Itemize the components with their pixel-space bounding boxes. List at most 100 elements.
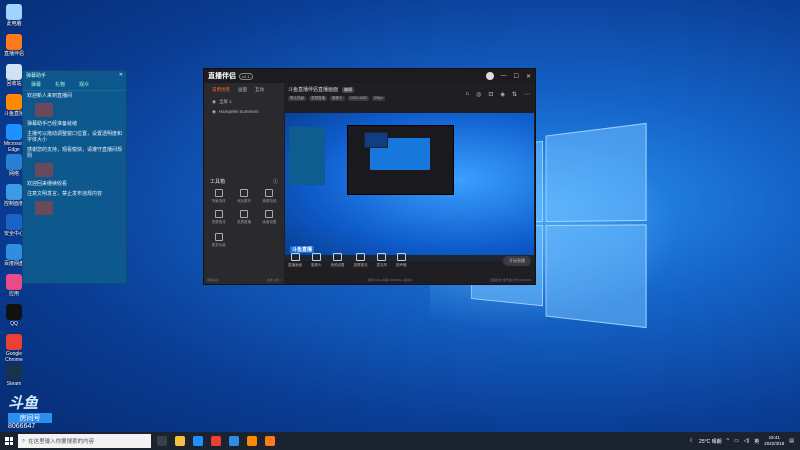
taskbar: ⌕ 在这里输入你要搜索的内容 ☾ 25°C 晴朗 ^ ▭ ◁) 英 19:41 … [0,432,800,450]
pinned-app-icon[interactable] [247,436,257,446]
control-item[interactable]: 麦克风 [377,253,387,268]
minimize-icon[interactable]: — [501,73,507,79]
tool-item[interactable]: 画面设置 [257,210,282,225]
maximize-icon[interactable]: ☐ [514,73,519,80]
sort-icon[interactable]: ⇅ [512,91,517,98]
scene-title: 斗鱼直播伴侣直播画面 [288,87,339,93]
pinned-app-icon[interactable] [175,436,185,446]
control-item[interactable]: 音频设置 [331,253,345,268]
tool-item[interactable]: 添加素材 [231,189,256,204]
chevron-up-icon[interactable]: ^ [727,438,729,444]
avatar [35,103,53,117]
control-item[interactable]: 投屏推流 [354,253,368,268]
control-item[interactable]: 扬声器 [396,253,407,268]
desktop-icon[interactable]: 直播伴侣 [3,34,25,57]
desktop-icon-label: 回收站 [6,81,22,87]
edit-button[interactable]: 编辑 [342,86,355,93]
tool-item[interactable]: 场景选择 [206,189,231,204]
desktop-icon[interactable]: 此电脑 [3,4,25,27]
room-label: 房间号 [8,413,52,423]
desktop-icon[interactable]: Google Chrome [3,334,25,363]
live-assistant-window[interactable]: 直播伴侣 v2.1 — ☐ ✕ 常用场景 画面 互动 ◉ 全屏 1 ◉ Hamp… [203,68,536,285]
app-icon [6,364,22,380]
stream-preview[interactable]: 斗鱼直播 [285,113,534,261]
tab-viewers[interactable]: 观众 [79,81,89,88]
notification-icon[interactable]: ▤ [789,438,794,444]
window-controls: — ☐ ✕ [485,72,531,80]
effect-icon[interactable]: ◈ [500,91,505,98]
desktop-icon-label: Google Chrome [5,351,23,363]
tool-item[interactable]: 投屏推流 [206,210,231,225]
chat-message: 注意文明发言，禁止发布违规内容 [27,191,103,197]
desktop-icon-label: 应用 [8,291,19,297]
volume-icon[interactable]: ◁) [744,438,750,444]
close-icon[interactable]: ✕ [119,72,123,78]
source-label: Hampelie Summers [218,109,259,114]
chip[interactable]: 默认场景 [288,96,306,101]
pinned-app-icon[interactable] [157,436,167,446]
windows-icon [5,437,13,445]
app-icon [6,214,22,230]
source-item[interactable]: ◉ Hampelie Summers [204,107,284,117]
more-icon[interactable]: ⋯ [524,91,530,98]
record-icon [239,210,248,218]
chip[interactable]: 摄像头 [330,96,345,101]
capture-icon[interactable]: ⊡ [488,91,493,98]
tool-item[interactable]: 美颜特效 [257,189,282,204]
desktop-icon[interactable]: Steam [3,364,25,387]
chat-message: 弹幕助手已经准备就绪 [27,121,78,127]
scene-icon [214,189,223,197]
app-icon [6,94,22,110]
close-icon[interactable]: ✕ [526,73,531,80]
weather-text[interactable]: 25°C 晴朗 [699,438,722,445]
start-button[interactable] [0,432,18,450]
desktop-icon-label: 百度网盘 [3,261,24,267]
ime-indicator[interactable]: 英 [754,438,759,445]
pinned-app-icon[interactable] [211,436,221,446]
microphone-icon [377,253,387,261]
app-icon [6,34,22,50]
chat-tabs: 弹幕 礼物 观众 [23,79,126,91]
pinned-app-icon[interactable] [265,436,275,446]
weather-icon[interactable]: ☾ [690,438,694,444]
danmaku-chat-panel[interactable]: 弹幕助手 ✕ 弹幕 礼物 观众 欢迎新人来到直播间 弹幕助手已经准备就绪 主播可… [22,70,127,284]
audio-icon [333,253,342,261]
pinned-app-icon[interactable] [229,436,239,446]
app-brand: 直播伴侣 [208,73,236,80]
app-icon [6,124,22,140]
chat-titlebar[interactable]: 弹幕助手 ✕ [23,71,126,79]
beauty-icon [265,189,274,197]
desktop-icon-label: 此电脑 [6,21,22,27]
control-item[interactable]: 摄像头 [311,253,322,268]
home-icon[interactable]: ⌂ [465,91,469,98]
settings-icon [265,210,274,218]
tab-scenes[interactable]: 常用场景 [212,87,230,93]
chip: 60fps [372,96,385,101]
go-live-button[interactable]: 开始直播 [503,255,531,266]
network-icon[interactable]: ▭ [734,438,739,444]
tab-danmaku[interactable]: 弹幕 [31,81,41,88]
tab-picture[interactable]: 画面 [238,87,247,93]
search-box[interactable]: ⌕ 在这里输入你要搜索的内容 [18,434,151,448]
pinned-app-icon[interactable] [193,436,203,446]
preview-chat-panel [289,127,325,185]
app-titlebar[interactable]: 直播伴侣 v2.1 — ☐ ✕ [204,69,535,83]
control-item[interactable]: 直播画面 [288,253,302,268]
tab-gifts[interactable]: 礼物 [55,81,65,88]
info-icon[interactable]: ⓘ [273,178,278,185]
desktop-icon-label: 网络 [8,171,19,177]
avatar[interactable] [485,72,494,80]
chip[interactable]: 录屏直播 [309,96,327,101]
speaker-icon [396,253,406,261]
tab-interact[interactable]: 互动 [255,87,264,93]
eye-icon[interactable]: ◉ [212,99,216,105]
source-item[interactable]: ◉ 全屏 1 [204,97,284,107]
control-bar: 直播画面 摄像头 音频设置 投屏推流 麦克风 扬声器 开始直播 [284,243,535,278]
target-icon[interactable]: ◎ [476,91,481,98]
eye-icon[interactable]: ◉ [212,109,216,115]
tool-item[interactable]: 录屏直播 [231,210,256,225]
source-label: 全屏 1 [218,99,232,104]
clock[interactable]: 19:41 2022/3/18 [764,435,784,447]
tool-item[interactable]: 更多功能 [206,233,231,248]
desktop-icon[interactable]: QQ [3,304,25,327]
